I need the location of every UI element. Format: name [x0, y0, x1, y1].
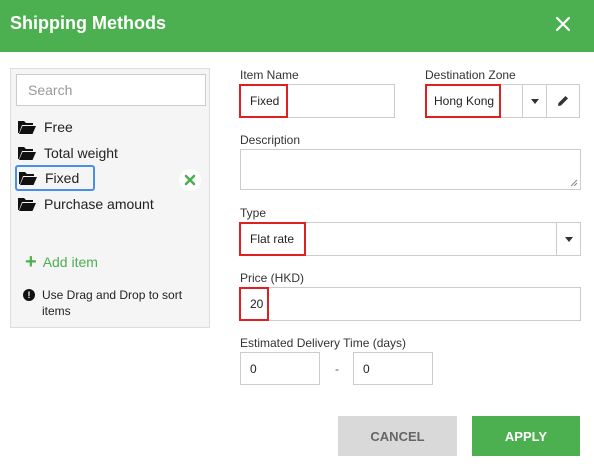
tree-item-label: Fixed — [45, 170, 80, 186]
add-item-label: Add item — [42, 254, 98, 270]
price-value: 20 — [250, 297, 264, 311]
type-value: Flat rate — [250, 232, 295, 246]
price-input[interactable]: 20 — [240, 287, 581, 321]
destination-zone-label: Destination Zone — [425, 68, 516, 82]
remove-icon — [184, 174, 196, 186]
tree-item-label: Total weight — [44, 145, 118, 161]
type-select[interactable]: Flat rate — [240, 222, 581, 256]
folder-open-icon — [19, 172, 37, 185]
close-icon[interactable] — [554, 15, 572, 33]
delivery-min-value: 0 — [250, 361, 257, 376]
folder-open-icon — [18, 198, 36, 211]
dialog-title: Shipping Methods — [10, 13, 166, 33]
tree-item-purchase-amount[interactable]: Purchase amount — [17, 191, 154, 217]
chevron-down-icon — [530, 98, 539, 104]
description-label: Description — [240, 133, 301, 147]
description-textarea[interactable] — [240, 149, 581, 190]
pencil-icon — [558, 96, 568, 106]
type-label: Type — [240, 206, 267, 220]
destination-zone-value: Hong Kong — [434, 94, 495, 108]
tree-item-label: Free — [44, 119, 73, 135]
drag-drop-hint: ! Use Drag and Drop to sort items — [23, 287, 208, 319]
item-name-label: Item Name — [240, 68, 299, 82]
folder-open-icon — [18, 147, 36, 160]
tree-item-label: Purchase amount — [44, 196, 154, 212]
tree-item-total-weight[interactable]: Total weight — [17, 140, 118, 166]
info-icon: ! — [23, 289, 35, 301]
resize-handle-icon[interactable] — [570, 179, 578, 187]
add-item-button[interactable]: + Add item — [25, 252, 98, 272]
folder-open-icon — [18, 121, 36, 134]
delivery-separator: - — [335, 362, 339, 376]
item-name-input[interactable]: Fixed — [240, 84, 395, 118]
item-name-value: Fixed — [250, 94, 280, 108]
price-label: Price (HKD) — [240, 271, 305, 285]
hint-text: Use Drag and Drop to sort items — [42, 288, 183, 318]
type-dropdown-button[interactable] — [556, 223, 580, 255]
plus-icon: + — [25, 251, 37, 273]
delivery-min-input[interactable]: 0 — [240, 352, 320, 385]
apply-button[interactable]: APPLY — [472, 416, 580, 456]
dialog-header: Shipping Methods — [0, 0, 594, 52]
chevron-down-icon — [564, 236, 573, 242]
delivery-max-input[interactable]: 0 — [353, 352, 433, 385]
destination-zone-dropdown-button[interactable] — [522, 85, 546, 117]
remove-item-button[interactable] — [179, 169, 201, 191]
edit-zone-button[interactable] — [546, 85, 579, 117]
items-panel: Free Total weight Fixed Purchase amount … — [10, 68, 210, 328]
delivery-time-label: Estimated Delivery Time (days) — [240, 336, 407, 350]
cancel-button[interactable]: CANCEL — [338, 416, 457, 456]
delivery-max-value: 0 — [363, 361, 370, 376]
tree-item-free[interactable]: Free — [17, 114, 73, 140]
tree-item-fixed[interactable]: Fixed — [15, 165, 95, 191]
search-input[interactable] — [16, 74, 206, 106]
